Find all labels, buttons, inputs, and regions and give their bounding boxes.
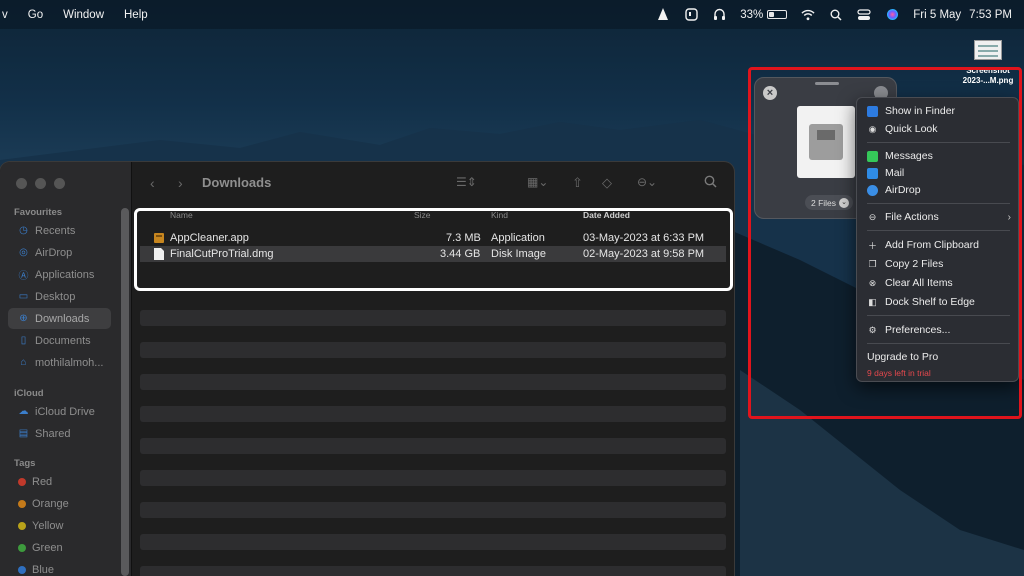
battery-percent: 33% [740,8,764,21]
menu-bar: v Go Window Help 33% Fri 5 May 7:53 PM [0,0,1024,29]
empty-row [140,342,726,358]
home-icon: ⌂ [20,357,27,368]
sidebar-item-label: AirDrop [35,246,73,259]
sidebar-tag-red[interactable]: Red [8,471,111,492]
sidebar-section-favourites: Favourites [14,207,63,218]
control-center-icon[interactable] [857,8,871,22]
downloads-icon: ⊕ [19,313,28,324]
minimize-window-button[interactable] [35,178,46,189]
menubar-date[interactable]: Fri 5 May [913,9,961,21]
menubar-time[interactable]: 7:53 PM [969,9,1012,21]
sidebar-item-label: Red [32,475,53,488]
clock-icon: ◷ [19,225,28,236]
tag-icon[interactable]: ◇ [602,175,612,191]
empty-row [140,310,726,326]
sidebar-item-label: Recents [35,224,76,237]
sidebar-item-home[interactable]: ⌂ mothilalmoh... [8,352,111,373]
list-view-icon[interactable]: ☰⇕ [456,175,477,189]
shelf-highlight-box [748,67,1022,419]
sidebar-item-downloads[interactable]: ⊕ Downloads [8,308,111,329]
sidebar-tag-blue[interactable]: Blue [8,559,111,576]
tag-dot-icon [18,499,26,508]
desktop-icon: ▭ [18,291,29,302]
window-title: Downloads [202,175,272,190]
sidebar-item-desktop[interactable]: ▭ Desktop [8,286,111,307]
sidebar-tag-yellow[interactable]: Yellow [8,515,111,536]
sidebar-tag-orange[interactable]: Orange [8,493,111,514]
sidebar-item-label: Applications [35,268,95,281]
tag-dot-icon [18,543,26,552]
screenshot-thumbnail [974,40,1002,60]
battery-icon [767,10,788,19]
sidebar-scrollbar[interactable] [121,208,129,576]
sidebar-item-label: Yellow [32,519,64,532]
sidebar-item-label: Shared [35,427,71,440]
sidebar-item-label: Documents [35,334,91,347]
empty-row [140,470,726,486]
sidebar-item-applications[interactable]: Ⓐ Applications [8,264,111,285]
empty-row [140,438,726,454]
wifi-icon[interactable] [801,8,815,22]
more-actions-icon[interactable]: ⊖⌄ [637,175,657,189]
cloud-icon: ☁ [18,406,29,417]
window-controls [16,178,65,189]
sidebar-item-label: Orange [32,497,69,510]
vlc-icon[interactable] [656,8,670,22]
share-icon[interactable]: ⇧ [572,175,583,191]
finder-toolbar: ‹ › Downloads ☰⇕ ▦⌄ ⇧ ◇ ⊖⌄ [132,162,734,204]
finder-sidebar: Favourites ◷ Recents ◎ AirDrop Ⓐ Applicatio… [0,162,132,576]
applications-icon: Ⓐ [18,271,29,282]
group-icon[interactable]: ▦⌄ [527,175,548,189]
menu-view[interactable]: v [0,9,18,21]
files-highlight-box [134,208,733,291]
menu-help[interactable]: Help [114,9,158,21]
empty-row [140,566,726,576]
zoom-window-button[interactable] [54,178,65,189]
sidebar-item-icloud-drive[interactable]: ☁ iCloud Drive [8,401,111,422]
tag-dot-icon [18,521,26,530]
back-icon[interactable]: ‹ [150,175,155,191]
airdrop-icon: ◎ [19,247,28,258]
sidebar-item-shared[interactable]: ▤ Shared [8,423,111,444]
sidebar-item-recents[interactable]: ◷ Recents [8,220,111,241]
siri-icon[interactable] [885,8,899,22]
empty-row [140,502,726,518]
tag-dot-icon [18,565,26,574]
sidebar-item-label: mothilalmoh... [35,356,104,369]
empty-row [140,534,726,550]
sidebar-section-icloud: iCloud [14,388,44,399]
headphones-icon[interactable] [712,8,726,22]
empty-row [140,406,726,422]
empty-row [140,374,726,390]
sidebar-section-tags: Tags [14,458,36,469]
sidebar-item-label: Blue [32,563,55,576]
menu-go[interactable]: Go [18,9,53,21]
document-icon: ▯ [20,335,27,346]
sidebar-item-label: Downloads [35,312,90,325]
tag-dot-icon [18,477,26,486]
sidebar-item-label: Green [32,541,63,554]
forward-icon[interactable]: › [178,175,183,191]
sidebar-tag-green[interactable]: Green [8,537,111,558]
close-window-button[interactable] [16,178,27,189]
dropover-icon[interactable] [684,8,698,22]
sidebar-item-label: iCloud Drive [35,405,95,418]
sidebar-item-label: Desktop [35,290,76,303]
search-icon[interactable] [829,8,843,22]
battery-status[interactable]: 33% [740,8,788,21]
battery-fill [769,12,775,17]
menu-window[interactable]: Window [53,9,114,21]
shared-folder-icon: ▤ [18,428,29,439]
sidebar-item-documents[interactable]: ▯ Documents [8,330,111,351]
sidebar-item-airdrop[interactable]: ◎ AirDrop [8,242,111,263]
search-icon[interactable] [704,175,717,191]
